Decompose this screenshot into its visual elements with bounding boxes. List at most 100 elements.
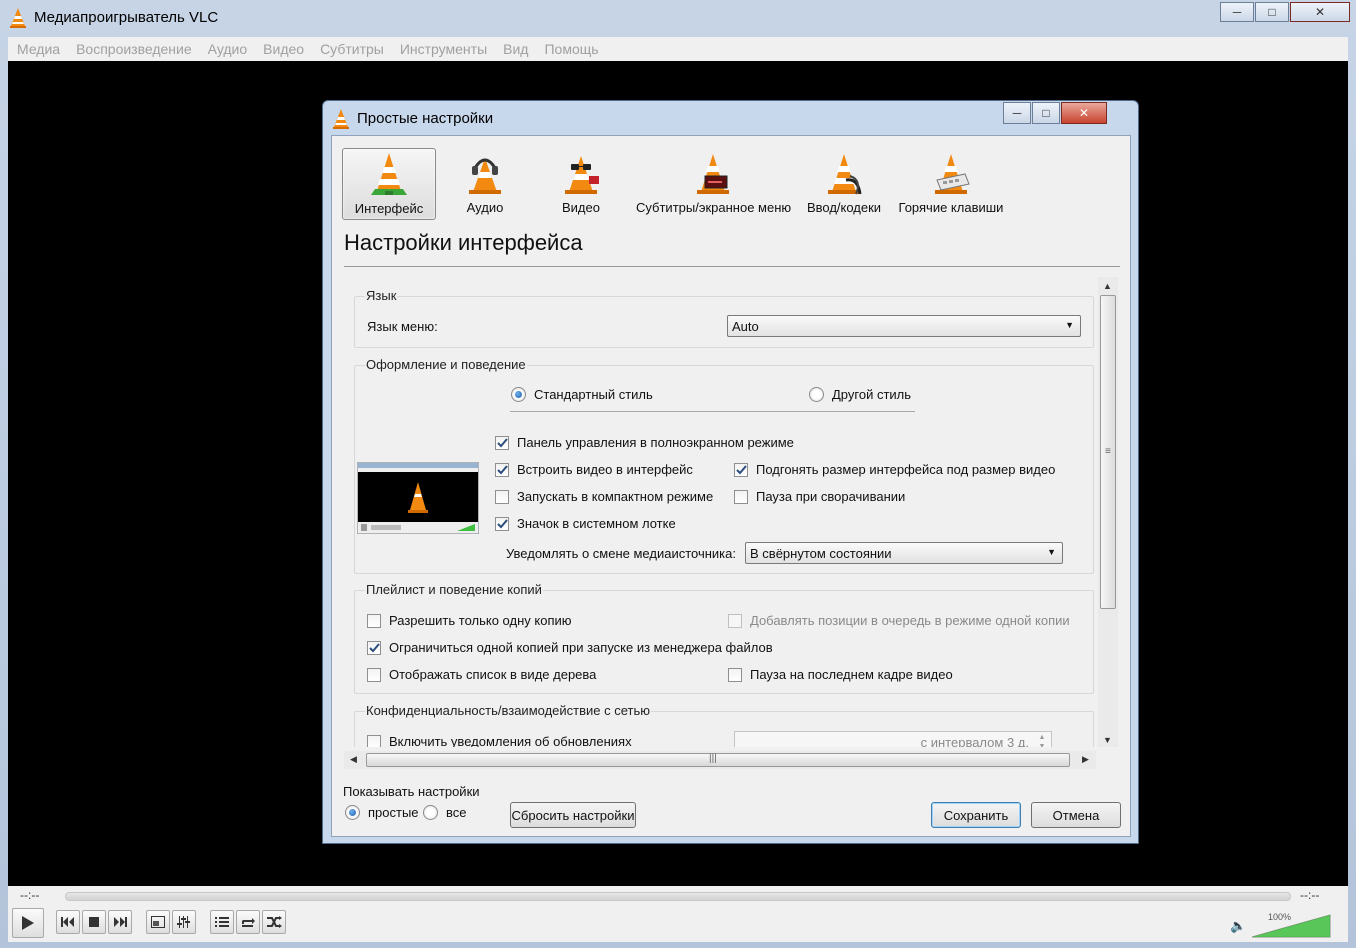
systray-checkbox[interactable]: Значок в системном лотке	[495, 516, 676, 531]
menu-audio[interactable]: Аудио	[208, 41, 248, 57]
category-label: Горячие клавиши	[898, 200, 1004, 215]
menu-view[interactable]: Вид	[503, 41, 528, 57]
shuffle-icon	[267, 916, 282, 928]
resize-to-video-checkbox[interactable]: Подгонять размер интерфейса под размер в…	[734, 462, 1055, 477]
window-title: Медиапроигрыватель VLC	[34, 9, 219, 26]
shuffle-button[interactable]	[262, 910, 286, 934]
show-all-radio[interactable]: все	[423, 805, 467, 820]
menu-media[interactable]: Медиа	[17, 41, 60, 57]
horizontal-scrollbar[interactable]: ◀ ||| ▶	[344, 751, 1096, 769]
minimal-start-checkbox[interactable]: Запускать в компактном режиме	[495, 489, 713, 504]
native-style-radio[interactable]: Стандартный стиль	[511, 387, 653, 402]
group-playlist: Плейлист и поведение копий Разрешить тол…	[354, 582, 1094, 694]
category-hotkeys[interactable]: Горячие клавиши	[898, 148, 1004, 220]
pause-minimized-checkbox[interactable]: Пауза при сворачивании	[734, 489, 905, 504]
settings-content: Язык Язык меню: Auto ▼ Оформление и пове…	[344, 277, 1096, 747]
one-instance-file-manager-checkbox[interactable]: Ограничиться одной копией при запуске из…	[367, 640, 773, 655]
category-video[interactable]: Видео	[546, 148, 616, 220]
speaker-icon[interactable]: 🔈	[1230, 918, 1246, 934]
vertical-scroll-thumb[interactable]: ≡	[1100, 295, 1116, 609]
scroll-up-icon[interactable]: ▲	[1103, 281, 1112, 291]
notify-label: Уведомлять о смене медиаисточника:	[506, 546, 736, 561]
category-label: Субтитры/экранное меню	[636, 200, 792, 215]
category-audio[interactable]: Аудио	[450, 148, 520, 220]
scroll-left-icon[interactable]: ◀	[350, 754, 357, 765]
menu-help[interactable]: Помощь	[544, 41, 598, 57]
enqueue-checkbox[interactable]: Добавлять позиции в очередь в режиме одн…	[728, 613, 1070, 628]
checkbox-box	[734, 489, 748, 504]
update-notifications-checkbox[interactable]: Включить уведомления об обновлениях	[367, 734, 632, 747]
category-input-codecs[interactable]: Ввод/кодеки	[806, 148, 882, 220]
volume-control[interactable]: 🔈 100%	[1230, 912, 1340, 938]
category-label: Видео	[562, 200, 600, 215]
update-interval-spinbox[interactable]: с интервалом 3 д. ▲ ▼	[734, 731, 1052, 747]
fullscreen-button[interactable]	[146, 910, 170, 934]
checkbox-label: Добавлять позиции в очередь в режиме одн…	[750, 613, 1070, 628]
dialog-maximize-button[interactable]: □	[1032, 102, 1060, 124]
fullscreen-controller-checkbox[interactable]: Панель управления в полноэкранном режиме	[495, 435, 794, 450]
skin-style-radio[interactable]: Другой стиль	[809, 387, 911, 402]
cancel-button[interactable]: Отмена	[1031, 802, 1121, 828]
playlist-button[interactable]	[210, 910, 234, 934]
dialog-body: Интерфейс Аудио Видео Субтитры/экранное …	[331, 135, 1131, 837]
scroll-right-icon[interactable]: ▶	[1082, 754, 1089, 765]
stop-icon	[89, 917, 99, 927]
radio-indicator	[809, 387, 824, 402]
checkbox-label: Значок в системном лотке	[517, 516, 676, 531]
group-title: Оформление и поведение	[365, 357, 527, 372]
window-controls: ─ □ ✕	[1220, 2, 1350, 22]
scroll-down-icon[interactable]: ▼	[1103, 735, 1112, 745]
category-subtitles[interactable]: Субтитры/экранное меню	[636, 148, 792, 220]
grip-icon: |||	[709, 753, 717, 764]
category-interface[interactable]: Интерфейс	[342, 148, 436, 220]
close-button[interactable]: ✕	[1290, 2, 1350, 22]
embed-video-checkbox[interactable]: Встроить видео в интерфейс	[495, 462, 693, 477]
save-button[interactable]: Сохранить	[931, 802, 1021, 828]
notify-dropdown[interactable]: В свёрнутом состоянии ▼	[745, 542, 1063, 564]
menu-tools[interactable]: Инструменты	[400, 41, 487, 57]
checkbox-box	[495, 489, 509, 504]
radio-indicator	[423, 805, 438, 820]
checkbox-label: Пауза на последнем кадре видео	[750, 667, 953, 682]
next-button[interactable]	[108, 910, 132, 934]
remaining-time[interactable]: --:--	[1300, 888, 1319, 902]
play-button[interactable]	[12, 908, 44, 938]
close-icon: ✕	[1314, 5, 1326, 19]
minimize-button[interactable]: ─	[1220, 2, 1254, 22]
seek-bar[interactable]	[65, 892, 1291, 901]
radio-indicator	[345, 805, 360, 820]
reset-preferences-button[interactable]: Сбросить настройки	[510, 802, 636, 828]
stop-button[interactable]	[82, 910, 106, 934]
dialog-minimize-button[interactable]: ─	[1003, 102, 1031, 124]
checkbox-box	[495, 435, 509, 450]
spinbox-value: с интервалом 3 д.	[920, 735, 1029, 747]
checkbox-label: Подгонять размер интерфейса под размер в…	[756, 462, 1056, 477]
one-instance-checkbox[interactable]: Разрешить только одну копию	[367, 613, 572, 628]
maximize-button[interactable]: □	[1255, 2, 1289, 22]
vertical-scrollbar[interactable]: ▲ ≡ ▼	[1098, 277, 1118, 747]
pause-last-frame-checkbox[interactable]: Пауза на последнем кадре видео	[728, 667, 953, 682]
main-title-bar: Медиапроигрыватель VLC ─ □ ✕	[0, 0, 1356, 36]
menu-language-dropdown[interactable]: Auto ▼	[727, 315, 1081, 337]
category-label: Интерфейс	[354, 201, 424, 216]
checkbox-box	[728, 613, 742, 628]
radio-label: Другой стиль	[832, 387, 912, 402]
spin-arrows-icon[interactable]: ▲ ▼	[1035, 733, 1049, 747]
menu-subtitles[interactable]: Субтитры	[320, 41, 384, 57]
dialog-close-button[interactable]: ✕	[1061, 102, 1107, 124]
loop-button[interactable]	[236, 910, 260, 934]
horizontal-scroll-thumb[interactable]: |||	[366, 753, 1070, 767]
volume-slider[interactable]	[1252, 914, 1332, 938]
playlist-tree-checkbox[interactable]: Отображать список в виде дерева	[367, 667, 596, 682]
button-label: Отмена	[1052, 807, 1100, 823]
previous-button[interactable]	[56, 910, 80, 934]
checkbox-label: Запускать в компактном режиме	[517, 489, 714, 504]
menu-video[interactable]: Видео	[263, 41, 304, 57]
group-title: Плейлист и поведение копий	[365, 582, 543, 597]
extended-settings-button[interactable]	[172, 910, 196, 934]
menu-playback[interactable]: Воспроизведение	[76, 41, 192, 57]
dropdown-value: Auto	[732, 319, 759, 334]
show-simple-radio[interactable]: простые	[345, 805, 419, 820]
maximize-icon: □	[1042, 106, 1050, 120]
maximize-icon: □	[1268, 5, 1276, 19]
